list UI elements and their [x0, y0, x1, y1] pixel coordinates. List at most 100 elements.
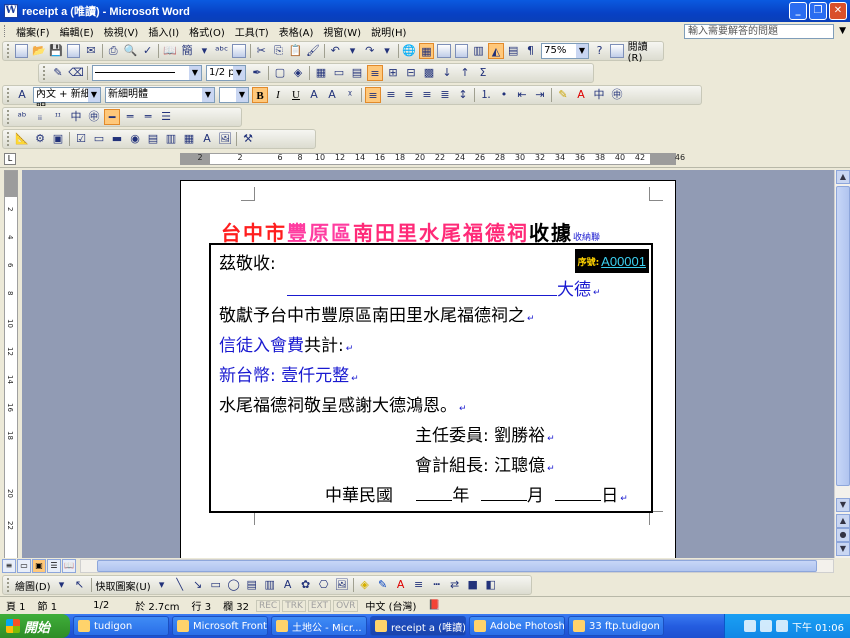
draw-menu-button[interactable]: 繪圖(D) [13, 578, 53, 593]
toolbar-grip[interactable] [43, 66, 46, 80]
permission-icon[interactable] [66, 44, 81, 58]
listbox-icon[interactable]: ▤ [145, 131, 161, 147]
chevron-down-icon[interactable]: ▼ [88, 88, 100, 102]
cut-icon[interactable]: ✂ [254, 43, 269, 59]
toolbar-grip[interactable] [7, 110, 10, 124]
print-preview-icon[interactable]: 🔍 [123, 43, 138, 59]
button-control-icon[interactable]: ▬ [109, 131, 125, 147]
toggle-icon[interactable]: ▦ [181, 131, 197, 147]
outside-border-icon[interactable]: ▢ [272, 65, 288, 81]
menu-format[interactable]: 格式(O) [184, 24, 230, 39]
print-layout-icon[interactable]: ▣ [32, 559, 46, 573]
status-ext[interactable]: EXT [307, 599, 332, 612]
oval-icon[interactable]: ◯ [226, 577, 242, 593]
picture-icon[interactable]: 🖼 [334, 577, 350, 593]
vertical-ruler[interactable]: 2 4 6 8 10 12 14 16 18 20 22 [4, 170, 18, 560]
3d-icon[interactable]: ◧ [483, 577, 499, 593]
decrease-indent-icon[interactable]: ⇤ [514, 87, 530, 103]
align-center-icon[interactable]: ≡ [383, 87, 399, 103]
columns-icon[interactable]: ▥ [471, 43, 486, 59]
dash-style-icon[interactable]: ┅ [429, 577, 445, 593]
new-icon[interactable] [14, 44, 29, 58]
next-page-icon[interactable]: ▼ [836, 542, 850, 556]
toolbar-grip[interactable] [4, 25, 7, 37]
tray-icon[interactable] [776, 620, 788, 632]
tab-selector[interactable]: L [4, 153, 16, 165]
scroll-up-icon[interactable]: ▲ [836, 170, 850, 184]
menu-view[interactable]: 檢視(V) [99, 24, 144, 39]
highlight-icon[interactable]: ✎ [555, 87, 571, 103]
document-area[interactable]: 台中市豐原區南田里水尾福德祠收據收納聯 茲敬收: 序號: A00001 大德 ↵ … [22, 170, 834, 558]
menu-window[interactable]: 視窗(W) [318, 24, 366, 39]
save-icon[interactable]: 💾 [49, 43, 64, 59]
fill-color-icon[interactable]: ◈ [357, 577, 373, 593]
two-lines-in-one-icon[interactable]: ㊥ [86, 109, 102, 125]
line-icon[interactable]: ╲ [172, 577, 188, 593]
chevron-down-icon[interactable]: ▼ [189, 66, 201, 80]
scroll-down-icon[interactable]: ▼ [836, 498, 850, 512]
spelling-status-icon[interactable]: 📕 [422, 600, 446, 611]
combine-chars-icon[interactable]: ᵢᵢ [32, 109, 48, 125]
vertical-scrollbar[interactable]: ▲ ▼ ▲ ● ▼ [834, 170, 850, 558]
chevron-down-icon[interactable]: ▼ [233, 66, 245, 80]
sort-ascending-icon[interactable]: ↓ [439, 65, 455, 81]
chevron-down-icon[interactable]: ▼ [575, 44, 588, 58]
menu-insert[interactable]: 插入(I) [143, 24, 184, 39]
document-map-icon[interactable]: ▤ [506, 43, 521, 59]
chevron-down-icon[interactable]: ▼ [236, 88, 248, 102]
textbox-icon[interactable]: ▤ [244, 577, 260, 593]
print-icon[interactable]: ⎙ [106, 43, 121, 59]
split-cells-icon[interactable]: ▤ [349, 65, 365, 81]
line-spacing-icon[interactable]: ↕ [455, 87, 471, 103]
status-trk[interactable]: TRK [282, 599, 306, 612]
vertical-textbox-icon[interactable]: ▥ [262, 577, 278, 593]
image-icon[interactable]: 🖼 [217, 131, 233, 147]
menu-table[interactable]: 表格(A) [274, 24, 319, 39]
tables-borders-icon[interactable]: ▦ [418, 43, 435, 59]
drawing-icon[interactable]: ◭ [488, 43, 504, 59]
design-mode-icon[interactable]: 📐 [14, 131, 30, 147]
spelling-icon[interactable]: ✓ [140, 43, 155, 59]
menu-tools[interactable]: 工具(T) [230, 24, 274, 39]
diagram-icon[interactable]: ✿ [298, 577, 314, 593]
browse-object-icon[interactable]: ● [836, 528, 850, 542]
double-line-icon[interactable]: ═ [122, 109, 138, 125]
merge-cells-icon[interactable]: ▭ [331, 65, 347, 81]
properties-icon[interactable]: ⚙ [32, 131, 48, 147]
phonetic-guide-icon[interactable]: 中 [68, 109, 84, 125]
option-button-icon[interactable]: ◉ [127, 131, 143, 147]
horizontal-vertical-icon[interactable]: ᶦᶦ [50, 109, 66, 125]
font-select[interactable]: 新細明體 ▼ [105, 87, 215, 103]
redo-icon[interactable]: ↷ [362, 43, 377, 59]
taskbar-item[interactable]: tudigon [73, 616, 169, 636]
increase-indent-icon[interactable]: ⇥ [532, 87, 548, 103]
align-left-icon[interactable]: ≡ [365, 87, 381, 103]
page[interactable]: 台中市豐原區南田里水尾福德祠收據收納聯 茲敬收: 序號: A00001 大德 ↵ … [180, 180, 676, 558]
distribute-columns-icon[interactable]: ⊟ [403, 65, 419, 81]
sort-descending-icon[interactable]: ↑ [457, 65, 473, 81]
chevron-down-icon[interactable]: ▾ [197, 43, 212, 59]
phonetic-guide-icon[interactable]: 中 [591, 87, 607, 103]
start-button[interactable]: 開始 [0, 614, 70, 638]
shadow-icon[interactable]: ■ [465, 577, 481, 593]
status-ovr[interactable]: OVR [333, 599, 359, 612]
distribute-icon[interactable]: ≣ [437, 87, 453, 103]
outline-view-icon[interactable]: ☰ [47, 559, 61, 573]
numbering-icon[interactable]: ⒈ [478, 87, 494, 103]
help-icon[interactable]: ? [592, 43, 607, 59]
read-button[interactable]: 閱讀(R) [626, 38, 663, 64]
autoshapes-button[interactable]: 快取圖案(U) [94, 578, 153, 593]
format-painter-icon[interactable]: 🖌 [305, 43, 320, 59]
more-controls-icon[interactable]: ⚒ [240, 131, 256, 147]
checkbox-icon[interactable]: ☑ [73, 131, 89, 147]
copy-icon[interactable]: ⎘ [271, 43, 286, 59]
chevron-down-icon[interactable]: ▾ [154, 577, 170, 593]
char-scale-icon[interactable]: ᵡ [342, 87, 358, 103]
chevron-down-icon[interactable]: ▼ [202, 88, 214, 102]
phonetic-icon[interactable]: ᵃᵇ [14, 109, 30, 125]
table-autoformat-icon[interactable]: ▩ [421, 65, 437, 81]
toolbar-grip[interactable] [7, 88, 10, 102]
chevron-down-icon[interactable]: ▾ [345, 43, 360, 59]
font-size-select[interactable]: ▼ [219, 87, 249, 103]
taskbar-item[interactable]: 土地公 - Micr... [271, 616, 367, 636]
